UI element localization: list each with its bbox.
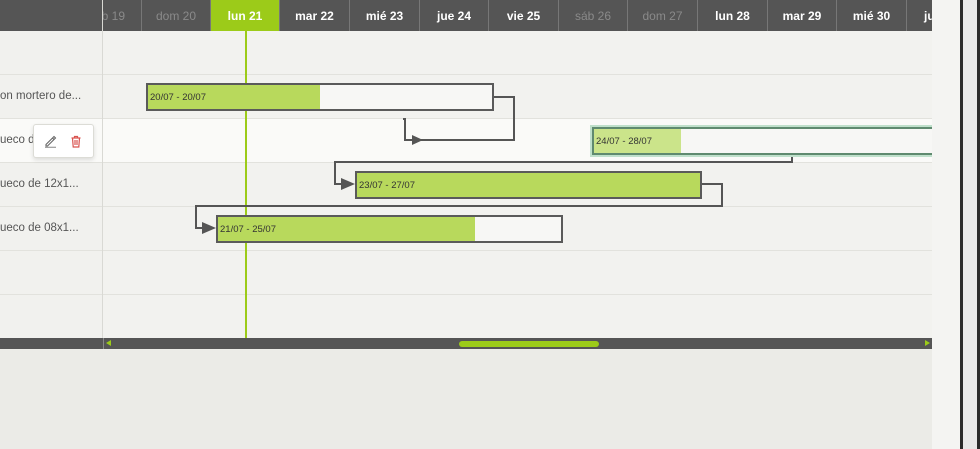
scroll-left-arrow-icon[interactable] bbox=[106, 340, 111, 346]
day-header-cell[interactable]: dom 20 bbox=[142, 0, 211, 31]
day-header-cell[interactable]: vie 25 bbox=[489, 0, 559, 31]
scrollbar-thumb[interactable] bbox=[459, 341, 599, 347]
day-header: sáb 19 dom 20 lun 21 mar 22 mié 23 jue 2… bbox=[103, 0, 932, 31]
task-row[interactable] bbox=[0, 31, 102, 75]
row-actions-popup bbox=[33, 124, 94, 158]
day-header-cell[interactable]: dom 27 bbox=[628, 0, 698, 31]
scroll-right-arrow-icon[interactable] bbox=[925, 340, 930, 346]
task-row[interactable] bbox=[0, 295, 102, 338]
task-bar-dates: 20/07 - 20/07 bbox=[150, 92, 206, 103]
day-header-cell[interactable]: mié 30 bbox=[837, 0, 907, 31]
task-bar-selected[interactable]: 24/07 - 28/07 bbox=[592, 127, 932, 155]
grid-row bbox=[103, 295, 932, 338]
gantt-timeline: sáb 19 dom 20 lun 21 mar 22 mié 23 jue 2… bbox=[103, 0, 932, 338]
edit-icon[interactable] bbox=[40, 130, 62, 152]
day-header-cell[interactable]: mar 22 bbox=[280, 0, 350, 31]
task-row[interactable]: ueco de 08x1... bbox=[0, 207, 102, 251]
task-bar-dates: 23/07 - 27/07 bbox=[359, 180, 415, 191]
day-header-cell[interactable]: sáb 19 bbox=[103, 0, 142, 31]
task-row[interactable]: ueco de 12x1... bbox=[0, 163, 102, 207]
day-header-cell[interactable]: lun 28 bbox=[698, 0, 768, 31]
horizontal-scrollbar[interactable] bbox=[0, 338, 932, 349]
right-gutter bbox=[932, 0, 960, 449]
trash-icon[interactable] bbox=[65, 130, 87, 152]
day-header-cell[interactable]: jue 24 bbox=[420, 0, 489, 31]
task-label: ueco de 08x1... bbox=[0, 222, 79, 234]
today-marker-line bbox=[245, 31, 247, 338]
day-header-cell[interactable]: sáb 26 bbox=[559, 0, 628, 31]
vertical-scrollbar-thumb[interactable] bbox=[963, 0, 977, 449]
task-bar[interactable]: 20/07 - 20/07 bbox=[146, 83, 494, 111]
task-list-panel: on mortero de... ueco d ueco de 12x1... … bbox=[0, 0, 103, 338]
day-header-cell-today[interactable]: lun 21 bbox=[211, 0, 280, 31]
task-label: on mortero de... bbox=[0, 90, 82, 102]
grid-row bbox=[103, 251, 932, 295]
task-row[interactable]: on mortero de... bbox=[0, 75, 102, 119]
task-row[interactable] bbox=[0, 251, 102, 295]
task-bar-dates: 24/07 - 28/07 bbox=[596, 136, 652, 147]
vertical-scrollbar[interactable] bbox=[960, 0, 980, 449]
task-bar[interactable]: 21/07 - 25/07 bbox=[216, 215, 563, 243]
task-label: ueco d bbox=[0, 134, 35, 146]
task-label: ueco de 12x1... bbox=[0, 178, 79, 190]
grid-row bbox=[103, 31, 932, 75]
day-header-cell[interactable]: mié 23 bbox=[350, 0, 420, 31]
scrollbar-track[interactable] bbox=[103, 338, 932, 349]
day-header-cell[interactable]: jue 31 bbox=[907, 0, 932, 31]
task-list-header bbox=[0, 0, 102, 31]
task-bar[interactable]: 23/07 - 27/07 bbox=[355, 171, 702, 199]
task-bar-dates: 21/07 - 25/07 bbox=[220, 224, 276, 235]
day-header-cell[interactable]: mar 29 bbox=[768, 0, 837, 31]
